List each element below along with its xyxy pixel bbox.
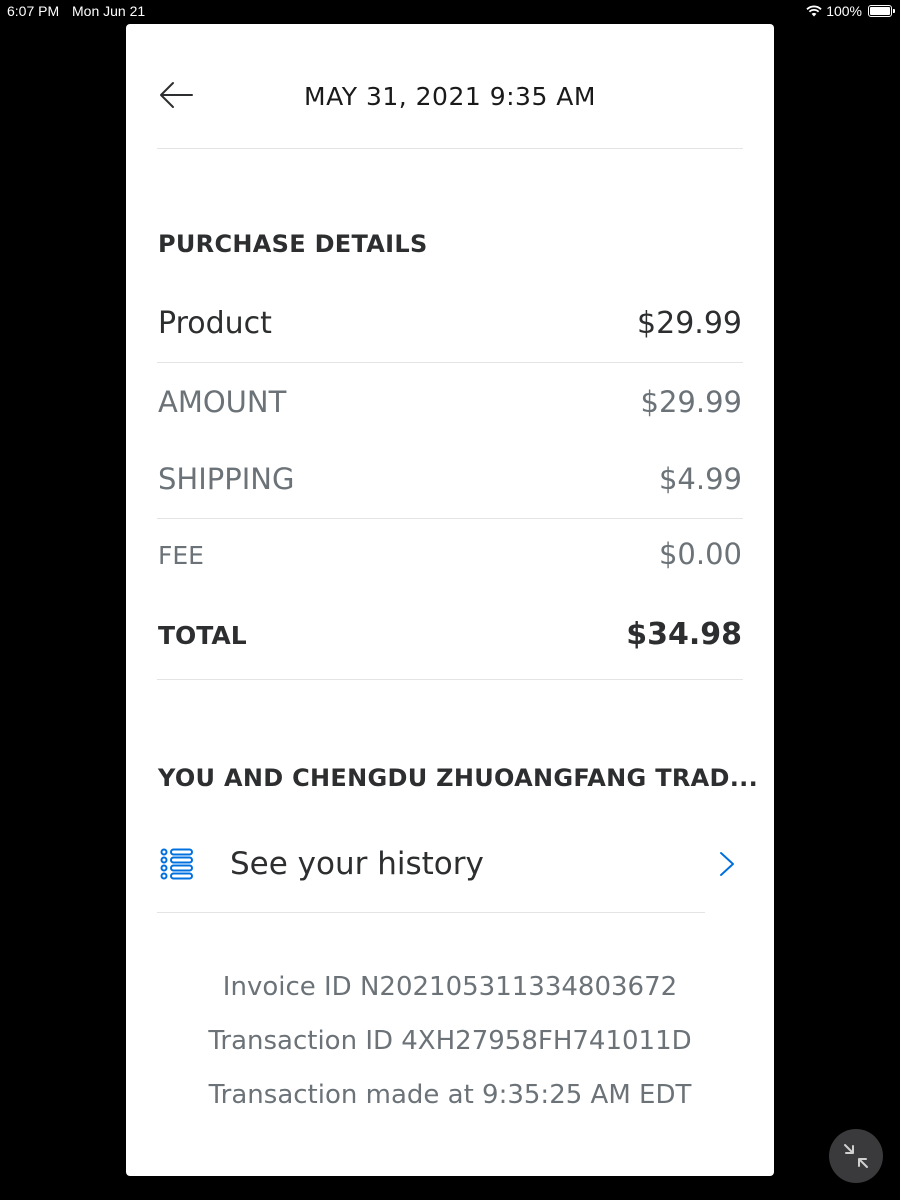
total-row: TOTAL $34.98 (158, 617, 742, 652)
battery-icon (868, 5, 895, 17)
purchase-details-title: PURCHASE DETAILS (158, 230, 428, 258)
battery-percent: 100% (826, 3, 862, 19)
page-title: MAY 31, 2021 9:35 AM (304, 82, 596, 111)
fee-row: FEE $0.00 (158, 537, 742, 571)
shipping-label: SHIPPING (158, 462, 295, 496)
status-date: Mon Jun 21 (72, 3, 146, 19)
transaction-id: Transaction ID 4XH27958FH741011D (208, 1026, 692, 1056)
divider (157, 679, 743, 680)
product-value: $29.99 (637, 306, 742, 341)
amount-value: $29.99 (640, 385, 742, 419)
status-bar: 6:07 PM Mon Jun 21 100% (0, 0, 900, 22)
see-history-link[interactable]: See your history (158, 842, 738, 914)
product-row: Product $29.99 (158, 306, 742, 341)
minimize-button[interactable] (829, 1129, 883, 1183)
divider (157, 912, 705, 913)
fee-label: FEE (158, 541, 204, 570)
header-divider (157, 148, 743, 149)
divider (157, 518, 743, 519)
wifi-icon (806, 5, 822, 17)
amount-label: AMOUNT (158, 385, 287, 419)
header: MAY 31, 2021 9:35 AM (126, 24, 774, 150)
status-indicators: 100% (806, 3, 895, 19)
merchant-section-title: YOU AND CHENGDU ZHUOANGFANG TRAD... (158, 764, 758, 792)
product-label: Product (158, 306, 272, 341)
chevron-right-icon (720, 852, 734, 876)
total-label: TOTAL (158, 621, 247, 650)
list-icon (160, 848, 193, 880)
shipping-row: SHIPPING $4.99 (158, 462, 742, 496)
shipping-value: $4.99 (658, 462, 742, 496)
amount-row: AMOUNT $29.99 (158, 385, 742, 419)
total-value: $34.98 (626, 617, 742, 652)
divider (157, 362, 743, 363)
fee-value: $0.00 (658, 537, 742, 571)
invoice-id: Invoice ID N202105311334803672 (222, 972, 678, 1002)
status-time: 6:07 PM (7, 3, 60, 19)
transaction-time: Transaction made at 9:35:25 AM EDT (208, 1080, 692, 1110)
see-history-label: See your history (230, 846, 484, 882)
collapse-arrows-icon (844, 1144, 868, 1168)
transaction-detail-card: MAY 31, 2021 9:35 AM PURCHASE DETAILS Pr… (126, 24, 774, 1176)
